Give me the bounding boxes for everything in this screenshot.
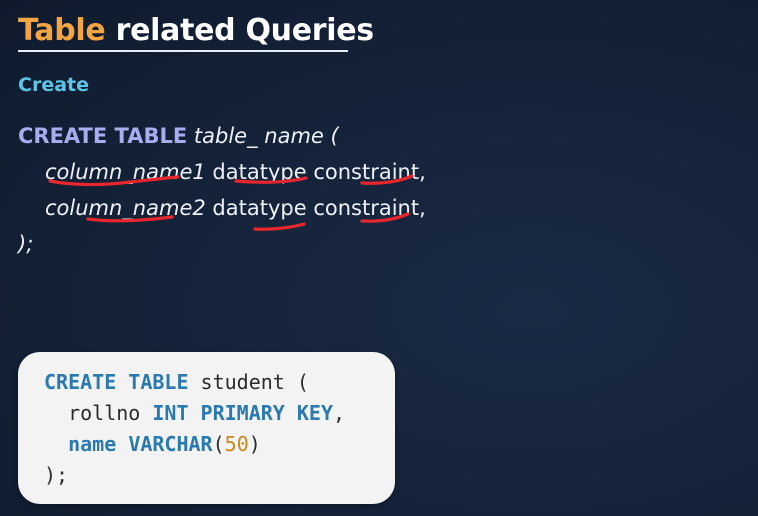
code-line-1: CREATE TABLE student ( — [44, 367, 345, 398]
underline-datatype-2 — [253, 222, 306, 231]
underline-column-1 — [48, 175, 180, 187]
code-size-number: 50 — [224, 432, 249, 456]
code-column-rollno: rollno — [68, 401, 141, 425]
code-closing: ); — [44, 463, 69, 487]
code-column-name: name — [68, 432, 117, 456]
code-keyword: CREATE TABLE — [44, 370, 189, 394]
code-line-3: name VARCHAR(50) — [44, 429, 345, 460]
code-open-paren: ( — [212, 432, 225, 456]
code-example: CREATE TABLE student ( rollno INT PRIMAR… — [44, 367, 345, 491]
underline-constraint-1 — [360, 174, 414, 185]
underline-datatype-1 — [234, 176, 308, 184]
code-type-varchar: VARCHAR — [128, 432, 213, 456]
code-type-int: INT PRIMARY KEY — [152, 401, 334, 425]
code-line-2: rollno INT PRIMARY KEY, — [44, 398, 345, 429]
underline-column-2 — [86, 215, 174, 223]
code-example-card: CREATE TABLE student ( rollno INT PRIMAR… — [18, 352, 395, 504]
code-table-name: student ( — [188, 370, 309, 394]
code-line-4: ); — [44, 460, 345, 491]
code-close-paren: ) — [248, 432, 261, 456]
underline-constraint-2 — [360, 212, 410, 223]
code-comma: , — [333, 401, 346, 425]
